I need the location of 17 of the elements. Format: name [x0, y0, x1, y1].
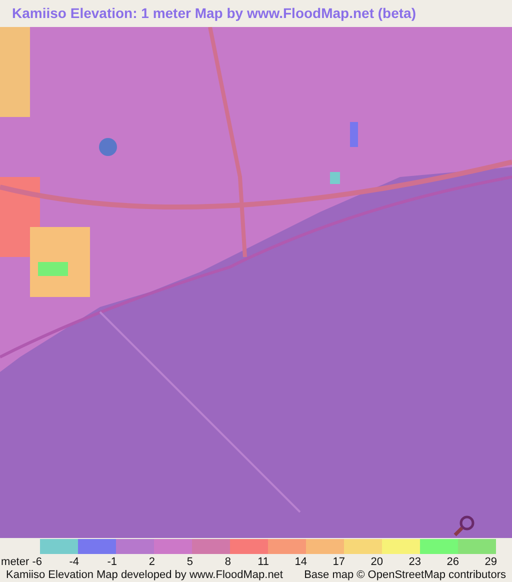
- attribution-text: Base map © OpenStreetMap contributors: [304, 569, 506, 582]
- legend-label: 23: [408, 556, 421, 569]
- legend-label: 17: [332, 556, 345, 569]
- legend-label: -4: [69, 556, 79, 569]
- legend-label: 29: [484, 556, 497, 569]
- legend-label: -1: [107, 556, 117, 569]
- legend-label: 2: [148, 556, 155, 569]
- legend-label: 5: [186, 556, 193, 569]
- map-title: Kamiiso Elevation: 1 meter Map by www.FloodMap.net (beta): [12, 4, 416, 23]
- credit-text: Kamiiso Elevation Map developed by www.FloodMap.net: [6, 569, 283, 582]
- legend-label: 20: [370, 556, 383, 569]
- magnifier-icon: [452, 515, 476, 537]
- legend-label: meter -6: [1, 556, 42, 569]
- legend-label: 11: [258, 556, 269, 569]
- legend-label: 8: [224, 556, 231, 569]
- legend-label: 26: [446, 556, 459, 569]
- legend-label: 14: [294, 556, 307, 569]
